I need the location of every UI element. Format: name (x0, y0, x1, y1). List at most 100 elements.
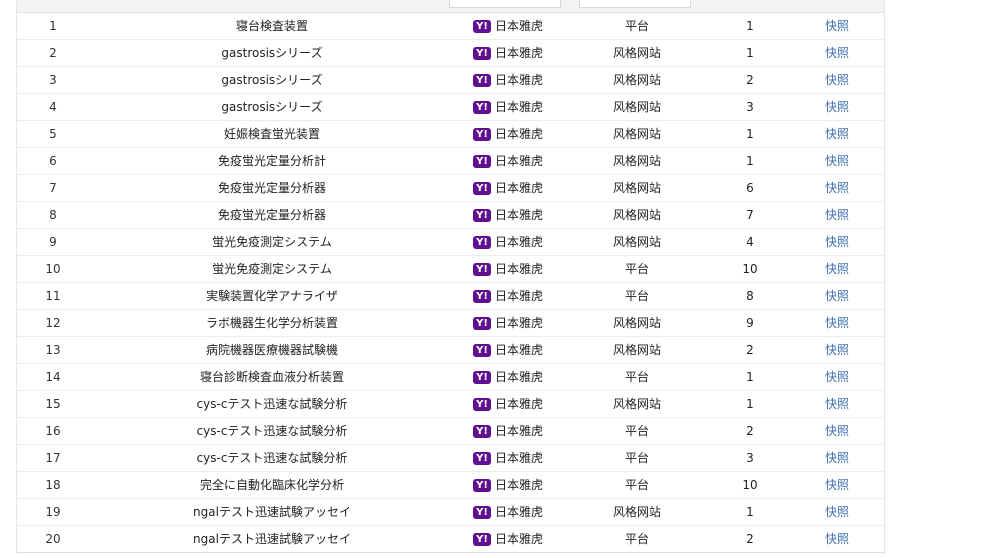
row-rank: 2 (746, 532, 754, 546)
row-type: 平台 (624, 370, 649, 384)
row-engine-label: 日本雅虎 (495, 208, 544, 222)
snapshot-link[interactable]: 快照 (825, 73, 849, 87)
table-row: 8 免疫蛍光定量分析器 Y! 日本雅虎 风格网站 7 快照 (17, 202, 884, 229)
yahoo-icon: Y! (473, 451, 491, 465)
row-engine-label: 日本雅虎 (495, 19, 544, 33)
row-type: 平台 (624, 262, 649, 276)
row-engine: Y! 日本雅虎 (473, 13, 593, 39)
row-rank: 1 (746, 19, 754, 33)
row-type: 风格网站 (612, 235, 661, 249)
row-keyword: ngalテスト迅速試験アッセイ (193, 505, 351, 519)
yahoo-icon: Y! (473, 127, 491, 141)
row-engine-label: 日本雅虎 (495, 46, 544, 60)
row-snapshot: 快照 (807, 283, 867, 309)
yahoo-icon: Y! (473, 181, 491, 195)
row-engine-label: 日本雅虎 (495, 316, 544, 330)
row-type: 平台 (624, 424, 649, 438)
snapshot-link[interactable]: 快照 (825, 181, 849, 195)
yahoo-icon: Y! (473, 208, 491, 222)
table-row: 5 妊娠検査蛍光装置 Y! 日本雅虎 风格网站 1 快照 (17, 121, 884, 148)
row-index: 13 (45, 343, 61, 357)
snapshot-link[interactable]: 快照 (825, 208, 849, 222)
row-keyword: cys-cテスト迅速な試験分析 (196, 397, 348, 411)
row-rank: 9 (746, 316, 754, 330)
snapshot-link[interactable]: 快照 (825, 127, 849, 141)
row-engine: Y! 日本雅虎 (473, 94, 593, 120)
row-snapshot: 快照 (807, 310, 867, 336)
row-index: 1 (49, 19, 57, 33)
header-tab-1[interactable] (449, 0, 561, 8)
yahoo-icon: Y! (473, 100, 491, 114)
row-engine-label: 日本雅虎 (495, 532, 544, 546)
row-index: 4 (49, 100, 57, 114)
row-engine: Y! 日本雅虎 (473, 526, 593, 552)
snapshot-link[interactable]: 快照 (825, 46, 849, 60)
snapshot-link[interactable]: 快照 (825, 316, 849, 330)
row-keyword: cys-cテスト迅速な試験分析 (196, 424, 348, 438)
row-rank: 3 (746, 451, 754, 465)
row-engine: Y! 日本雅虎 (473, 337, 593, 363)
row-engine-label: 日本雅虎 (495, 451, 544, 465)
table-row: 9 蛍光免疫測定システム Y! 日本雅虎 风格网站 4 快照 (17, 229, 884, 256)
snapshot-link[interactable]: 快照 (825, 154, 849, 168)
row-type: 风格网站 (612, 505, 661, 519)
table-row: 20 ngalテスト迅速試験アッセイ Y! 日本雅虎 平台 2 快照 (17, 526, 884, 553)
row-rank: 1 (746, 154, 754, 168)
row-engine-label: 日本雅虎 (495, 343, 544, 357)
row-rank: 4 (746, 235, 754, 249)
row-type: 风格网站 (612, 397, 661, 411)
snapshot-link[interactable]: 快照 (825, 505, 849, 519)
row-engine: Y! 日本雅虎 (473, 256, 593, 282)
snapshot-link[interactable]: 快照 (825, 262, 849, 276)
row-keyword: ngalテスト迅速試験アッセイ (193, 532, 351, 546)
table-body: 1 寝台検査装置 Y! 日本雅虎 平台 1 快照 2 gastrosisシリーズ Y! 日本雅虎 风格… (17, 13, 884, 553)
row-rank: 1 (746, 397, 754, 411)
header-tab-2[interactable] (579, 0, 691, 8)
row-engine-label: 日本雅虎 (495, 397, 544, 411)
row-snapshot: 快照 (807, 499, 867, 525)
row-engine: Y! 日本雅虎 (473, 499, 593, 525)
row-keyword: gastrosisシリーズ (221, 73, 323, 87)
row-type: 风格网站 (612, 73, 661, 87)
row-rank: 10 (742, 478, 758, 492)
snapshot-link[interactable]: 快照 (825, 532, 849, 546)
row-snapshot: 快照 (807, 202, 867, 228)
row-engine-label: 日本雅虎 (495, 154, 544, 168)
row-index: 2 (49, 46, 57, 60)
yahoo-icon: Y! (473, 532, 491, 546)
snapshot-link[interactable]: 快照 (825, 397, 849, 411)
row-snapshot: 快照 (807, 526, 867, 552)
table-row: 18 完全に自動化臨床化学分析 Y! 日本雅虎 平台 10 快照 (17, 472, 884, 499)
snapshot-link[interactable]: 快照 (825, 100, 849, 114)
row-snapshot: 快照 (807, 121, 867, 147)
row-snapshot: 快照 (807, 148, 867, 174)
table-row: 17 cys-cテスト迅速な試験分析 Y! 日本雅虎 平台 3 快照 (17, 445, 884, 472)
row-index: 3 (49, 73, 57, 87)
snapshot-link[interactable]: 快照 (825, 370, 849, 384)
row-rank: 1 (746, 505, 754, 519)
row-keyword: cys-cテスト迅速な試験分析 (196, 451, 348, 465)
snapshot-link[interactable]: 快照 (825, 235, 849, 249)
row-keyword: 寝台診断検査血液分析装置 (199, 370, 344, 384)
row-snapshot: 快照 (807, 256, 867, 282)
snapshot-link[interactable]: 快照 (825, 424, 849, 438)
row-snapshot: 快照 (807, 364, 867, 390)
yahoo-icon: Y! (473, 154, 491, 168)
row-rank: 1 (746, 370, 754, 384)
row-keyword: 実験装置化学アナライザ (206, 289, 338, 303)
snapshot-link[interactable]: 快照 (825, 289, 849, 303)
row-engine: Y! 日本雅虎 (473, 364, 593, 390)
snapshot-link[interactable]: 快照 (825, 343, 849, 357)
snapshot-link[interactable]: 快照 (825, 451, 849, 465)
yahoo-icon: Y! (473, 235, 491, 249)
snapshot-link[interactable]: 快照 (825, 19, 849, 33)
snapshot-link[interactable]: 快照 (825, 478, 849, 492)
row-rank: 2 (746, 73, 754, 87)
yahoo-icon: Y! (473, 316, 491, 330)
row-keyword: 妊娠検査蛍光装置 (223, 127, 320, 141)
row-index: 8 (49, 208, 57, 222)
row-engine: Y! 日本雅虎 (473, 175, 593, 201)
table-header-bar (17, 0, 884, 13)
row-engine-label: 日本雅虎 (495, 505, 544, 519)
row-rank: 8 (746, 289, 754, 303)
